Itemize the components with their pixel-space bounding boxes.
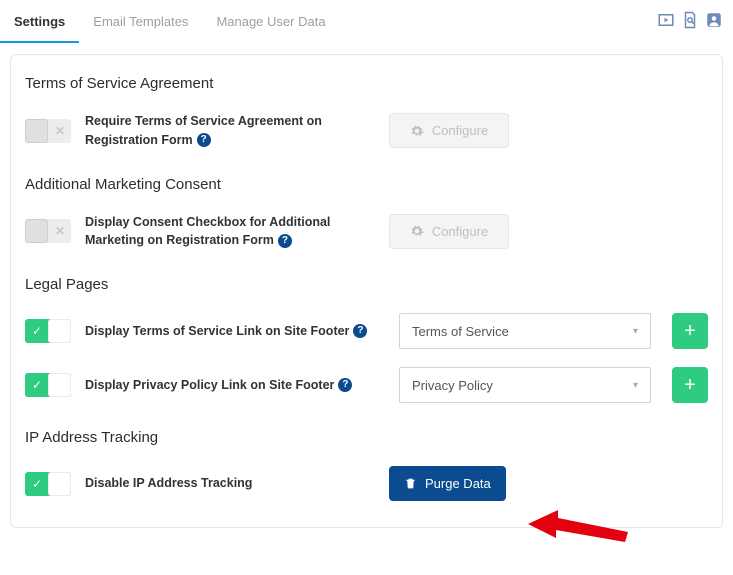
tab-settings[interactable]: Settings <box>0 0 79 43</box>
toggle-privacy-footer[interactable]: ✓ <box>25 373 71 397</box>
configure-tos-button: Configure <box>389 113 509 148</box>
help-icon[interactable]: ? <box>278 234 292 248</box>
check-icon: ✓ <box>32 378 42 392</box>
toggle-disable-ip-tracking[interactable]: ✓ <box>25 472 71 496</box>
plus-icon: + <box>684 320 696 343</box>
chevron-down-icon: ▾ <box>633 380 638 391</box>
add-tos-page-button[interactable]: + <box>672 313 708 349</box>
tabs: Settings Email Templates Manage User Dat… <box>0 0 340 43</box>
label-require-tos: Require Terms of Service Agreement on Re… <box>85 112 375 150</box>
check-icon: ✓ <box>32 477 42 491</box>
section-title-tos: Terms of Service Agreement <box>11 67 722 106</box>
help-icon[interactable]: ? <box>353 324 367 338</box>
help-icon[interactable]: ? <box>338 378 352 392</box>
section-title-legal: Legal Pages <box>11 268 722 307</box>
purge-data-button[interactable]: Purge Data <box>389 466 506 501</box>
x-icon: ✕ <box>55 124 65 138</box>
user-icon[interactable] <box>705 11 723 32</box>
help-icon[interactable]: ? <box>197 133 211 147</box>
trash-icon <box>404 477 417 490</box>
tab-email-templates[interactable]: Email Templates <box>79 0 202 43</box>
tab-manage-user-data[interactable]: Manage User Data <box>202 0 339 43</box>
plus-icon: + <box>684 374 696 397</box>
header-icons <box>657 11 723 32</box>
play-window-icon[interactable] <box>657 11 675 32</box>
add-privacy-page-button[interactable]: + <box>672 367 708 403</box>
label-privacy-footer: Display Privacy Policy Link on Site Foot… <box>85 376 385 395</box>
section-title-marketing: Additional Marketing Consent <box>11 168 722 207</box>
toggle-tos-footer[interactable]: ✓ <box>25 319 71 343</box>
label-disable-ip-tracking: Disable IP Address Tracking <box>85 474 375 493</box>
configure-marketing-button: Configure <box>389 214 509 249</box>
label-marketing-consent: Display Consent Checkbox for Additional … <box>85 213 375 251</box>
chevron-down-icon: ▾ <box>633 326 638 337</box>
toggle-require-tos[interactable]: ✕ <box>25 119 71 143</box>
select-privacy-page[interactable]: Privacy Policy▾ <box>399 367 651 403</box>
gear-icon <box>410 124 424 138</box>
label-tos-footer: Display Terms of Service Link on Site Fo… <box>85 322 385 341</box>
select-tos-page[interactable]: Terms of Service▾ <box>399 313 651 349</box>
check-icon: ✓ <box>32 324 42 338</box>
search-doc-icon[interactable] <box>681 11 699 32</box>
x-icon: ✕ <box>55 224 65 238</box>
gear-icon <box>410 224 424 238</box>
toggle-marketing-consent[interactable]: ✕ <box>25 219 71 243</box>
settings-panel: Terms of Service Agreement ✕ Require Ter… <box>10 54 723 528</box>
section-title-ip: IP Address Tracking <box>11 421 722 460</box>
